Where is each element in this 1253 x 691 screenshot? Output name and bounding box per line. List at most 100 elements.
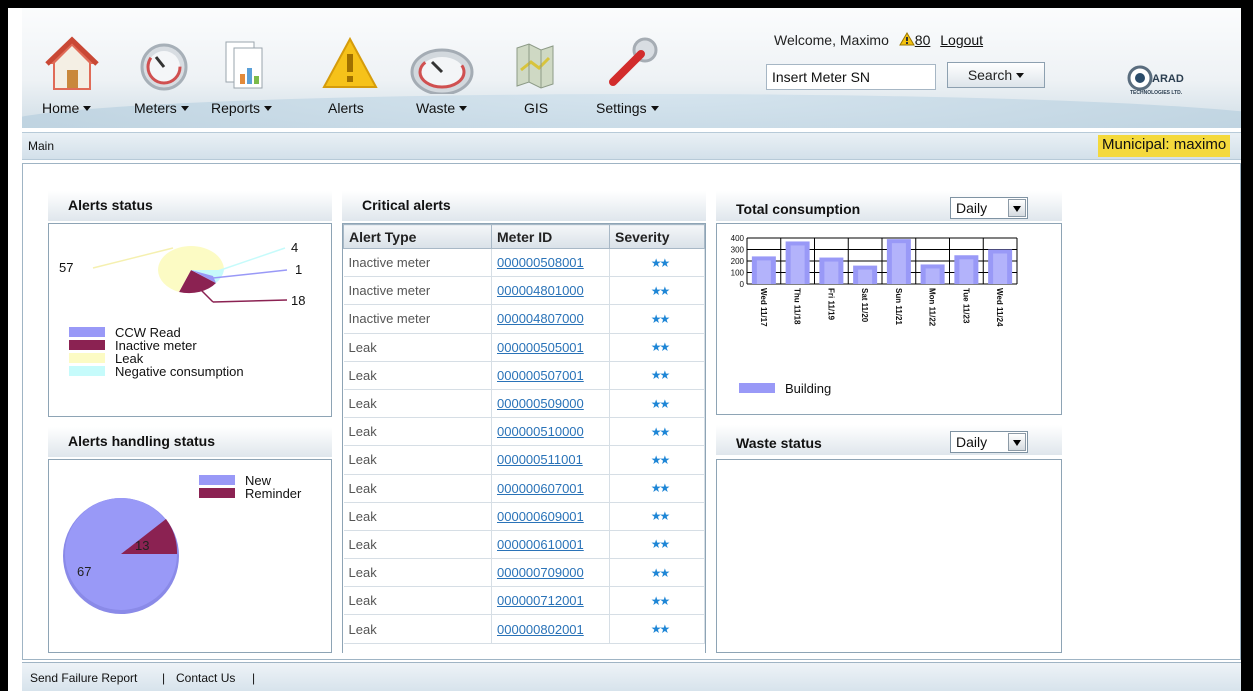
- legend-item: Negative consumption: [69, 365, 244, 378]
- table-header-row: Alert Type Meter ID Severity: [343, 224, 705, 249]
- severity-stars-icon: ★★: [609, 586, 705, 616]
- meter-id-link[interactable]: 000004807000: [497, 311, 584, 326]
- table-row[interactable]: Inactive meter 000004801000 ★★: [343, 276, 705, 306]
- municipal-label: Municipal: maximo: [1098, 135, 1231, 157]
- contact-us-link[interactable]: Contact Us: [176, 671, 235, 685]
- welcome-area: Welcome, Maximo 80 Logout: [774, 32, 983, 48]
- meter-id-link[interactable]: 000000511001: [497, 452, 583, 467]
- bar-highlight: [993, 253, 1008, 284]
- alert-type-cell: Leak: [343, 474, 492, 503]
- meter-id-link[interactable]: 000004801000: [497, 283, 584, 298]
- send-failure-report-link[interactable]: Send Failure Report: [30, 671, 137, 685]
- table-row[interactable]: Inactive meter 000000508001 ★★: [343, 248, 705, 278]
- table-row[interactable]: Leak 000000712001 ★★: [343, 586, 705, 616]
- meter-id-link[interactable]: 000000505001: [497, 340, 584, 355]
- nav-label: Settings: [596, 100, 647, 116]
- dashboard: Alerts status 57 4 1 18 CCW Read Inactiv…: [22, 163, 1241, 660]
- meter-id-link[interactable]: 000000509000: [497, 396, 584, 411]
- meter-id-cell: 000000709000: [491, 558, 610, 588]
- severity-stars-icon: ★★: [609, 304, 705, 334]
- table-row[interactable]: Leak 000000505001 ★★: [343, 333, 705, 362]
- meter-id-cell: 000000607001: [491, 474, 610, 503]
- alerts-status-title: Alerts status: [48, 191, 332, 221]
- consumption-chart: 400 300 200 100 0 Wed 11/17 Thu 11/18 Fri 11/19…: [731, 234, 1018, 327]
- chevron-down-icon: [650, 106, 659, 111]
- alert-type-cell: Inactive meter: [343, 276, 492, 306]
- breadcrumb[interactable]: Main: [28, 139, 54, 153]
- chevron-down-icon: [1008, 199, 1026, 217]
- meter-id-cell: 000000511001: [491, 445, 610, 475]
- meter-id-link[interactable]: 000000709000: [497, 565, 584, 580]
- meter-id-cell: 000000509000: [491, 389, 610, 419]
- x-tick-label: Fri 11/19: [826, 288, 835, 321]
- meter-id-link[interactable]: 000000510000: [497, 424, 584, 439]
- meter-id-link[interactable]: 000000508001: [497, 255, 584, 270]
- logout-link[interactable]: Logout: [940, 32, 983, 48]
- table-row[interactable]: Leak 000000709000 ★★: [343, 558, 705, 588]
- severity-stars-icon: ★★: [609, 474, 705, 503]
- waste-period-select[interactable]: Daily: [950, 431, 1028, 453]
- meter-id-link[interactable]: 000000507001: [497, 368, 584, 383]
- meter-id-link[interactable]: 000000607001: [497, 481, 584, 496]
- search-button[interactable]: Search: [947, 62, 1045, 88]
- chevron-down-icon: [459, 106, 468, 111]
- alert-type-cell: Leak: [343, 530, 492, 560]
- nav-label: Home: [42, 100, 80, 116]
- meter-id-link[interactable]: 000000802001: [497, 622, 584, 637]
- legend-swatch: [199, 488, 235, 498]
- table-row[interactable]: Leak 000000509000 ★★: [343, 389, 705, 419]
- map-icon: [516, 43, 554, 89]
- meter-id-cell: 000000609001: [491, 502, 610, 531]
- meter-id-cell: 000000510000: [491, 417, 610, 447]
- alerts-handling-panel: Alerts handling status 13 67 New Reminde…: [48, 427, 332, 653]
- alerts-handling-body: 13 67 New Reminder: [48, 459, 332, 653]
- meter-id-cell: 000004801000: [491, 276, 610, 306]
- arad-logo: ARAD TECHNOLOGIES LTD.: [1126, 60, 1206, 100]
- table-row[interactable]: Inactive meter 000004807000 ★★: [343, 304, 705, 334]
- col-meter-id[interactable]: Meter ID: [491, 224, 610, 249]
- severity-stars-icon: ★★: [609, 248, 705, 278]
- critical-alerts-panel: Critical alerts Alert Type Meter ID Seve…: [342, 191, 706, 653]
- logo-subtext: TECHNOLOGIES LTD.: [1130, 90, 1183, 96]
- critical-alerts-body[interactable]: Alert Type Meter ID Severity Inactive me…: [342, 223, 706, 653]
- nav-label: Reports: [211, 100, 261, 116]
- table-row[interactable]: Leak 000000510000 ★★: [343, 417, 705, 447]
- meter-id-cell: 000004807000: [491, 304, 610, 334]
- app-window: Home Meters Reports Alerts Waste GIS Set…: [8, 8, 1241, 691]
- meter-search-input[interactable]: [766, 64, 936, 90]
- chevron-down-icon: [83, 106, 92, 111]
- table-row[interactable]: Leak 000000609001 ★★: [343, 502, 705, 531]
- handling-legend: New Reminder: [199, 474, 301, 500]
- alert-type-cell: Leak: [343, 417, 492, 447]
- col-severity[interactable]: Severity: [609, 224, 705, 249]
- bar-highlight: [858, 269, 873, 284]
- severity-stars-icon: ★★: [609, 276, 705, 306]
- alert-count-link[interactable]: 80: [898, 32, 931, 48]
- x-tick-label: Mon 11/22: [928, 288, 937, 327]
- alerts-status-legend: CCW Read Inactive meter Leak Negative co…: [69, 326, 244, 378]
- alert-count[interactable]: 80: [915, 32, 931, 48]
- alerts-status-panel: Alerts status 57 4 1 18 CCW Read Inactiv…: [48, 191, 332, 417]
- meter-id-link[interactable]: 000000712001: [497, 593, 584, 608]
- meter-id-link[interactable]: 000000609001: [497, 509, 584, 524]
- table-row[interactable]: Leak 000000607001 ★★: [343, 474, 705, 503]
- table-row[interactable]: Leak 000000507001 ★★: [343, 361, 705, 390]
- alerts-status-pie: 57 4 1 18: [59, 240, 305, 308]
- critical-alerts-title: Critical alerts: [342, 191, 706, 221]
- legend-swatch: [69, 327, 105, 337]
- meter-id-link[interactable]: 000000610001: [497, 537, 584, 552]
- legend-swatch: [69, 353, 105, 363]
- x-tick-label: Sat 11/20: [860, 288, 869, 323]
- table-row[interactable]: Leak 000000511001 ★★: [343, 445, 705, 475]
- x-tick-label: Thu 11/18: [793, 288, 802, 325]
- col-alert-type[interactable]: Alert Type: [343, 224, 492, 249]
- severity-stars-icon: ★★: [609, 333, 705, 362]
- table-row[interactable]: Leak 000000802001 ★★: [343, 614, 705, 644]
- legend-swatch: [69, 340, 105, 350]
- header: Home Meters Reports Alerts Waste GIS Set…: [22, 8, 1241, 128]
- consumption-period-select[interactable]: Daily: [950, 197, 1028, 219]
- table-row[interactable]: Leak 000000610001 ★★: [343, 530, 705, 560]
- x-tick-label: Tue 11/23: [961, 288, 970, 324]
- footer-separator: |: [162, 671, 166, 685]
- new-value: 67: [77, 564, 91, 579]
